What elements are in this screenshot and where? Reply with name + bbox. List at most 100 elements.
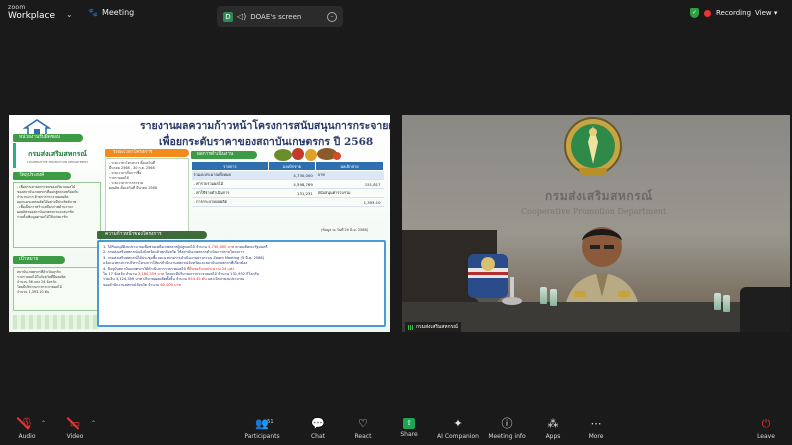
top-bar: zoom Workplace ⌄ 🐾 Meeting D ◁) DOAE's s… [0, 0, 792, 28]
speaker-icon: ◁) [237, 12, 247, 21]
recording-dot-icon [704, 9, 711, 17]
target-box: สถาบันเกษตรกรที่ดำเนินธุรกิจ รวบรวมผลไม้… [13, 267, 101, 311]
apps-icon: ⁂ [547, 417, 559, 430]
progress-header: ความก้าวหน้าของโครงการ [97, 231, 207, 239]
video-options-caret-icon[interactable]: ⌃ [91, 420, 96, 427]
recording-indicator[interactable]: ✓ Recording [690, 8, 751, 18]
more-button[interactable]: ⋯ More [566, 416, 626, 440]
progress-line: ของสำนักงานสหกรณ์จังหวัด จำนวน 60,000 บา… [103, 282, 181, 287]
table-header-cell: รายการ [191, 161, 269, 171]
screen-share-indicator[interactable]: D ◁) DOAE's screen – [217, 6, 343, 27]
view-label: View [755, 9, 772, 17]
table-header-row: รายการ ผลเบิกจ่าย ผลเบิกจ่าย [191, 161, 384, 171]
meeting-label: Meeting [101, 8, 135, 17]
data-as-of: (ข้อมูล ณ วันที่ 20 มิ.ย. 2568) [321, 228, 369, 232]
table-cell: 4,598,769 [268, 179, 316, 189]
slide-title-line1: รายงานผลความก้าวหน้าโครงการสนับสนุนการกร… [140, 120, 390, 132]
participant-name: กรมส่งเสริมสหกรณ์ [416, 324, 458, 330]
chat-bubble-icon: 💬 [311, 417, 325, 430]
apps-label: Apps [545, 433, 561, 440]
desk-microphone-icon [502, 277, 522, 305]
agency-sub: COOPERATIVE PROMOTION DEPARTMENT [26, 160, 89, 164]
paw-icon: 🐾 [88, 8, 98, 17]
participants-icon: 👥 51 [255, 417, 274, 430]
share-screen-icon: ⇧ [403, 418, 415, 429]
objective-box: - เพื่อบรรเทาผลกระทบของปริมาณผลไม้ ของสถ… [13, 182, 101, 248]
agency-name: กรมส่งเสริมสหกรณ์ [28, 150, 87, 158]
brand-workplace: Workplace [8, 11, 56, 21]
project-period-header: ระยะเวลาโครงการ [105, 149, 189, 157]
water-bottle [540, 287, 547, 304]
table-header-cell: ผลเบิกจ่าย [267, 161, 317, 171]
budget-header: ผลการดำเนินงาน [191, 151, 257, 159]
zoom-logo: zoom Workplace [8, 5, 55, 21]
chair [740, 287, 790, 332]
budget-table: รายการ ผลเบิกจ่าย ผลเบิกจ่าย รวมงบประมาณ… [191, 161, 384, 207]
table-header-cell: ผลเบิกจ่าย [315, 161, 384, 171]
water-bottle [714, 293, 721, 310]
progress-box: 1. ได้รับอนุมัติงบประมาณเพื่อช่วยเหลือเก… [97, 240, 386, 327]
meeting-toolbar: 🎙 Audio ⌃ ▭ Video ⌃ 👥51 Participants 💬 C… [0, 412, 792, 445]
table-cell [268, 197, 316, 207]
audio-label: Audio [18, 433, 36, 440]
table-row: รวมงบประมาณทั้งหมด 4,730,000 บาท [191, 170, 384, 180]
zoom-window: zoom Workplace ⌄ 🐾 Meeting D ◁) DOAE's s… [0, 0, 792, 445]
decorative-pattern [13, 315, 101, 329]
project-line: ผลผลิต ตั้งแต่วันที่ มีนาคม 2568 [109, 186, 157, 190]
participants-label: Participants [244, 433, 280, 440]
project-period-box: - ระยะเวลาโครงการ ตั้งแต่วันที่ มีนาคม 2… [105, 158, 189, 232]
fruit-illustration-icon [274, 148, 341, 161]
table-row: - ค่าใช้จ่ายดำเนินการ 131,231 สนับสนุนค่… [191, 188, 384, 198]
objective-header: วัตถุประสงค์ [13, 172, 71, 180]
table-cell: สนับสนุนค่ารวบรวม [315, 188, 384, 198]
participants-button[interactable]: 👥 51 Participants [232, 416, 292, 440]
react-label: React [354, 433, 372, 440]
target-line: จำนวน 1,393.10 ตัน [17, 290, 50, 294]
shared-screen-slide: รายงานผลความก้าวหน้าโครงการสนับสนุนการกร… [9, 115, 390, 332]
share-label: Share [400, 431, 418, 438]
water-bottle [550, 289, 557, 306]
table-cell: 1,393.10 [315, 197, 384, 207]
table-cell: บาท [315, 170, 384, 180]
app-menu-chevron-icon[interactable]: ⌄ [66, 10, 73, 19]
more-label: More [588, 433, 604, 440]
sparkle-icon: ✦ [453, 417, 463, 430]
target-header: เป้าหมาย [13, 256, 65, 264]
table-cell: รวมงบประมาณทั้งหมด [191, 170, 269, 180]
table-cell: - ค่าใช้จ่ายดำเนินการ [191, 188, 269, 198]
chat-label: Chat [310, 433, 326, 440]
heart-icon: ♡ [358, 417, 368, 430]
agency-header: หน่วยงานรับผิดชอบ [13, 134, 83, 142]
security-shield-icon[interactable]: ✓ [690, 8, 699, 18]
water-bottle [723, 295, 730, 312]
video-label: Video [66, 433, 84, 440]
share-label: DOAE's screen [250, 12, 302, 21]
table-row: - การกระจายผลผลิต 1,393.10 [191, 197, 384, 207]
muted-microphone-icon: 🎙 [16, 416, 34, 431]
agency-box: กรมส่งเสริมสหกรณ์ COOPERATIVE PROMOTION … [13, 143, 99, 168]
leave-label: Leave [757, 433, 775, 440]
view-menu[interactable]: View ▾ [755, 9, 777, 17]
participant-name-tag: กรมส่งเสริมสหกรณ์ [405, 322, 461, 332]
table-cell: - ค่ารวบรวมผลไม้ [191, 179, 269, 189]
share-options-icon[interactable]: – [327, 11, 337, 22]
table-cell: 151,817 [315, 179, 384, 189]
table-cell: - การกระจายผลผลิต [191, 197, 269, 207]
ai-companion-label: AI Companion [437, 433, 479, 440]
recording-label: Recording [716, 9, 752, 17]
department-emblem-icon [564, 117, 622, 176]
meeting-info-label: Meeting info [488, 433, 526, 440]
table-row: - ค่ารวบรวมผลไม้ 4,598,769 151,817 [191, 179, 384, 189]
leave-icon: ⏻ [761, 417, 771, 430]
meeting-menu[interactable]: 🐾 Meeting [88, 8, 134, 17]
table-cell: 4,730,000 [268, 170, 316, 180]
video-off-icon: ▭ [66, 416, 80, 431]
leave-button[interactable]: ⏻ Leave [736, 416, 792, 440]
participant-video[interactable]: กรมส่งเสริมสหกรณ์ Cooperative Promotion … [402, 115, 790, 332]
table-cell: 131,231 [268, 188, 316, 198]
department-name-thai: กรมส่งเสริมสหกรณ์ [545, 189, 653, 203]
sharer-avatar: D [223, 11, 233, 22]
more-dots-icon: ⋯ [590, 417, 602, 430]
audio-level-icon [408, 324, 413, 330]
view-chevron-icon: ▾ [773, 9, 778, 17]
